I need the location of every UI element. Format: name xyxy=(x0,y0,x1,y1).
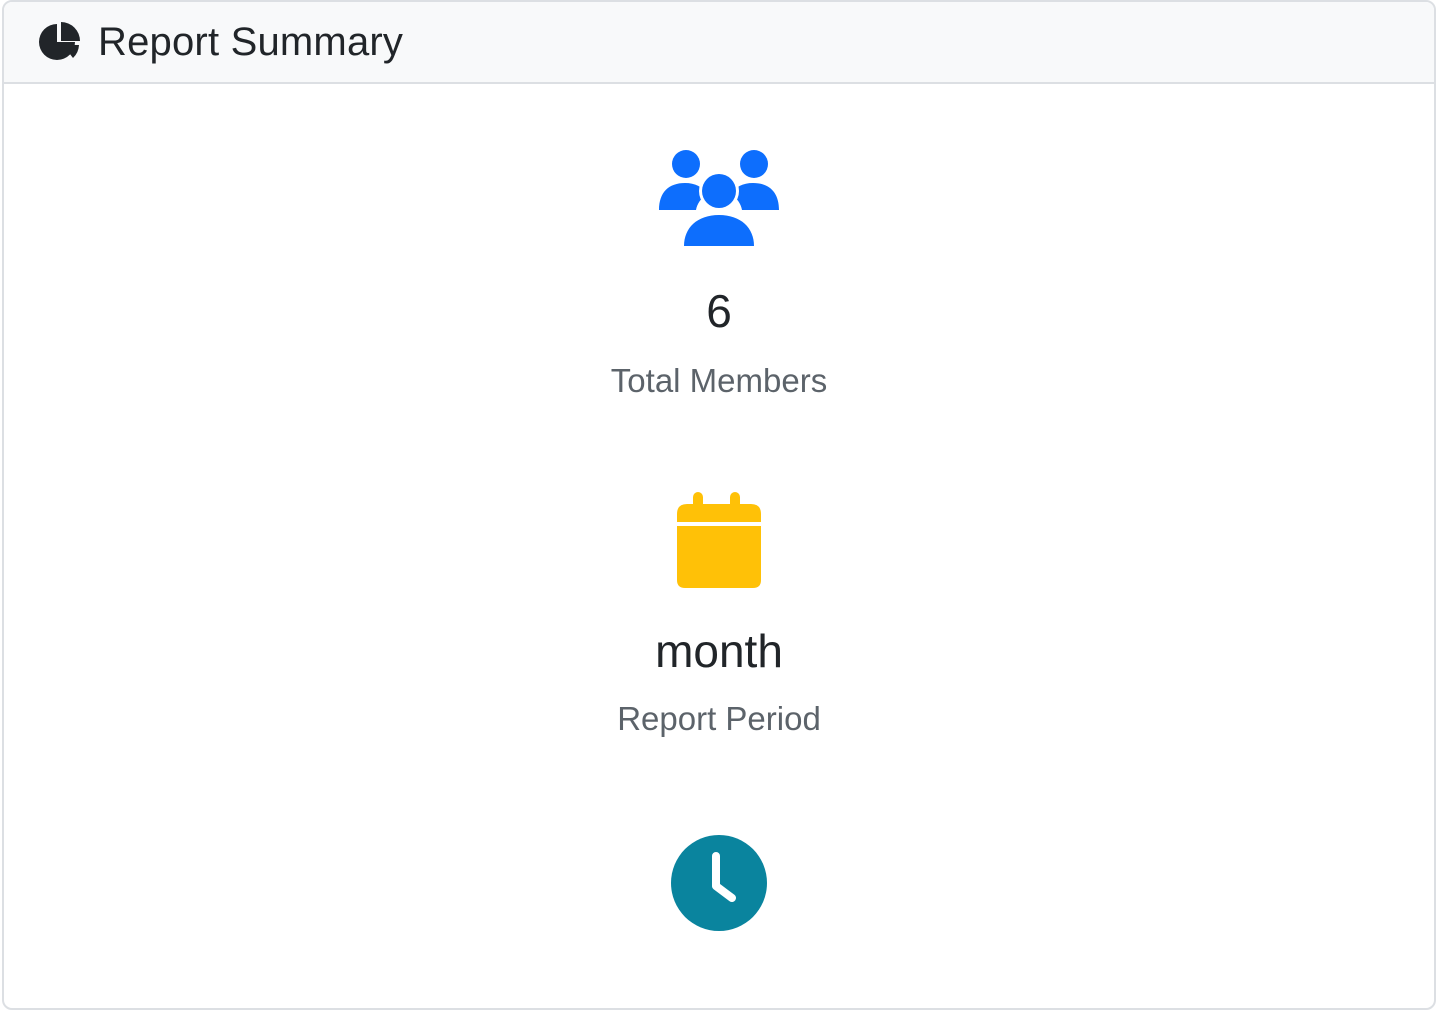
pie-chart-icon xyxy=(38,20,82,64)
report-period-value: month xyxy=(655,625,783,677)
total-members-label: Total Members xyxy=(610,362,828,399)
stat-time xyxy=(4,834,1434,932)
card-title: Report Summary xyxy=(98,19,404,64)
people-icon xyxy=(4,148,1434,248)
calendar-icon xyxy=(4,492,1434,590)
stat-total-members: 6 Total Members xyxy=(4,148,1434,397)
stat-report-period: month Report Period xyxy=(4,492,1434,735)
report-summary-card: Report Summary 6 Total Members month Rep… xyxy=(2,0,1436,1010)
card-header: Report Summary xyxy=(4,2,1434,84)
report-period-label: Report Period xyxy=(617,700,821,737)
clock-icon xyxy=(4,834,1434,932)
card-body: 6 Total Members month Report Period xyxy=(4,86,1434,1008)
total-members-value: 6 xyxy=(706,285,732,337)
